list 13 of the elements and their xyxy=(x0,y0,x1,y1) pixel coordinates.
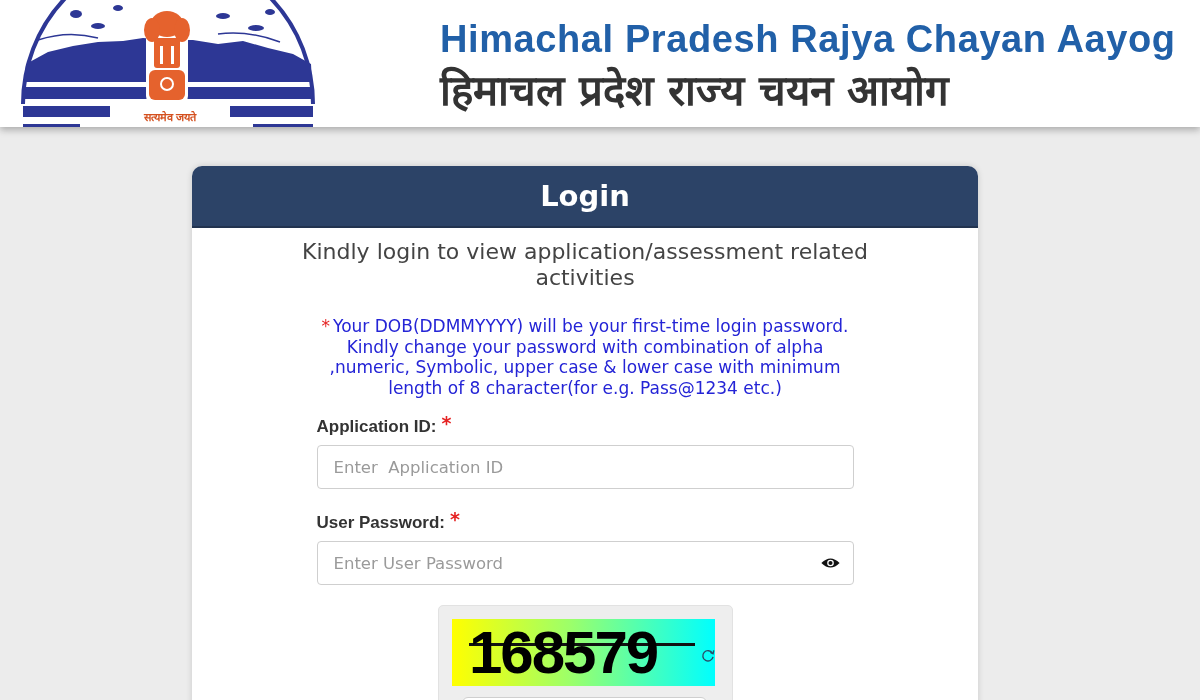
eye-icon[interactable] xyxy=(820,557,840,569)
input-field[interactable]: Enter Application ID xyxy=(316,445,854,489)
field-label: Application ID: xyxy=(316,416,437,438)
password-field[interactable]: Enter User Password xyxy=(316,541,854,585)
logo-motto: सत्यमेव जयते xyxy=(142,111,198,125)
site-title-hindi: हिमाचल प्रदेश राज्य चयन आयोग xyxy=(440,65,951,117)
required-asterisk: * xyxy=(441,412,452,434)
field-label: User Password: xyxy=(316,512,445,534)
password-note: * Your DOB(DDMMYYYY) will be your first-time login password. Kindly change your password with combination of alpha ,numeric, Symbolic, upper case & lower case with minimum length of 8 character(for e.g. Pass@1234 etc.) xyxy=(320,316,850,398)
login-subtitle: Kindly login to view application/assessment related activities xyxy=(301,239,869,291)
login-heading: Login xyxy=(192,166,978,228)
site-title: Himachal Pradesh Rajya Chayan Aayog xyxy=(440,17,1176,62)
required-asterisk: * xyxy=(450,508,460,530)
